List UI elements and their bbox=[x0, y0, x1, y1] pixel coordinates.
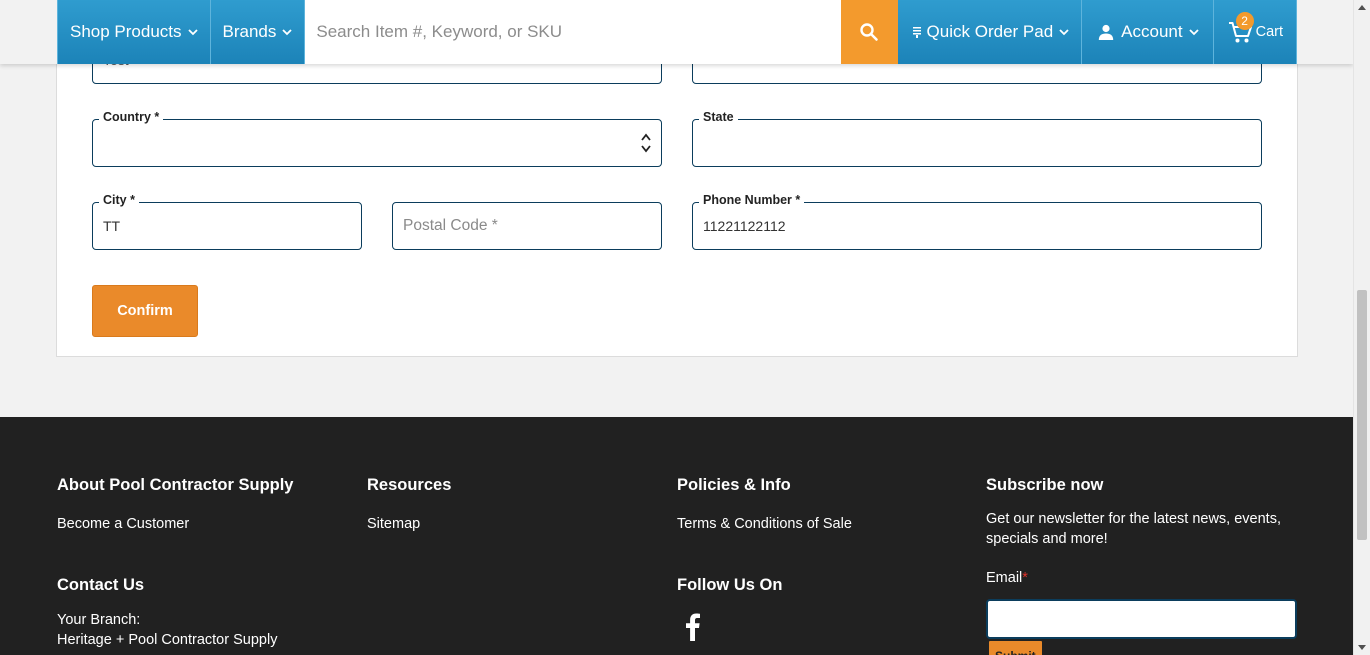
brands-label: Brands bbox=[222, 22, 277, 41]
follow-heading: Follow Us On bbox=[677, 576, 783, 594]
select-arrows-icon bbox=[641, 133, 651, 153]
scroll-down-arrow-icon[interactable] bbox=[1358, 645, 1366, 650]
subscribe-heading: Subscribe now bbox=[986, 476, 1104, 494]
city-label: City * bbox=[99, 193, 139, 207]
account-label: Account bbox=[1121, 22, 1183, 41]
branch-name: Heritage + Pool Contractor Supply bbox=[57, 632, 278, 648]
phone-number-label: Phone Number * bbox=[699, 193, 805, 207]
email-label: Email* bbox=[986, 570, 1028, 586]
shop-products-label: Shop Products bbox=[70, 22, 182, 41]
chevron-down-icon bbox=[282, 29, 293, 36]
facebook-link[interactable] bbox=[683, 613, 701, 646]
chevron-down-icon bbox=[1188, 29, 1199, 36]
about-heading: About Pool Contractor Supply bbox=[57, 476, 294, 494]
sitemap-link[interactable]: Sitemap bbox=[367, 516, 420, 532]
cart-count-badge: 2 bbox=[1235, 12, 1254, 30]
city-field[interactable]: City * TT bbox=[92, 193, 362, 250]
page: Test Street Address 2 Country * State Ci… bbox=[0, 0, 1353, 655]
postal-code-placeholder: Postal Code * bbox=[403, 217, 498, 234]
list-icon bbox=[912, 27, 921, 38]
phone-number-field[interactable]: Phone Number * 11221122112 bbox=[692, 193, 1262, 250]
vertical-scrollbar[interactable] bbox=[1353, 0, 1370, 655]
state-label: State bbox=[699, 110, 738, 124]
subscribe-text: Get our newsletter for the latest news, … bbox=[986, 511, 1281, 547]
country-select[interactable]: Country * bbox=[92, 110, 662, 167]
chevron-down-icon bbox=[1059, 29, 1069, 36]
quick-order-pad-label: Quick Order Pad bbox=[926, 22, 1054, 41]
facebook-icon bbox=[686, 613, 700, 641]
quick-order-pad-menu[interactable]: Quick Order Pad bbox=[897, 0, 1083, 64]
contact-heading: Contact Us bbox=[57, 576, 145, 594]
search-input[interactable] bbox=[316, 22, 841, 42]
policies-heading: Policies & Info bbox=[677, 476, 791, 494]
cart-label: Cart bbox=[1255, 24, 1283, 40]
footer: About Pool Contractor Supply Become a Cu… bbox=[0, 417, 1353, 655]
state-field[interactable]: State bbox=[692, 110, 1262, 167]
confirm-button[interactable]: Confirm bbox=[92, 285, 198, 337]
cart-button[interactable]: 2 Cart bbox=[1213, 0, 1297, 64]
main-nav: Shop Products Brands Search Item #, Keyw… bbox=[57, 0, 1297, 64]
postal-code-field[interactable]: Postal Code * bbox=[392, 202, 662, 250]
search-button[interactable] bbox=[840, 0, 898, 64]
city-value: TT bbox=[103, 218, 121, 234]
country-label: Country * bbox=[99, 110, 164, 124]
search-icon bbox=[860, 23, 878, 41]
account-menu[interactable]: Account bbox=[1082, 0, 1214, 64]
shop-products-menu[interactable]: Shop Products bbox=[57, 0, 211, 64]
chevron-down-icon bbox=[187, 29, 198, 36]
phone-number-value: 11221122112 bbox=[703, 218, 786, 234]
terms-link[interactable]: Terms & Conditions of Sale bbox=[677, 516, 852, 532]
your-branch-label: Your Branch: bbox=[57, 612, 141, 628]
search-box bbox=[305, 0, 841, 64]
brands-menu[interactable]: Brands bbox=[210, 0, 306, 64]
required-asterisk: * bbox=[1022, 570, 1028, 586]
email-input[interactable] bbox=[986, 599, 1297, 639]
scroll-thumb[interactable] bbox=[1357, 290, 1367, 540]
scroll-up-arrow-icon[interactable] bbox=[1358, 5, 1366, 10]
become-customer-link[interactable]: Become a Customer bbox=[57, 516, 189, 532]
resources-heading: Resources bbox=[367, 476, 452, 494]
submit-button[interactable]: Submit bbox=[987, 639, 1044, 655]
user-icon bbox=[1098, 24, 1114, 40]
header: Shop Products Brands Search Item #, Keyw… bbox=[0, 0, 1353, 64]
